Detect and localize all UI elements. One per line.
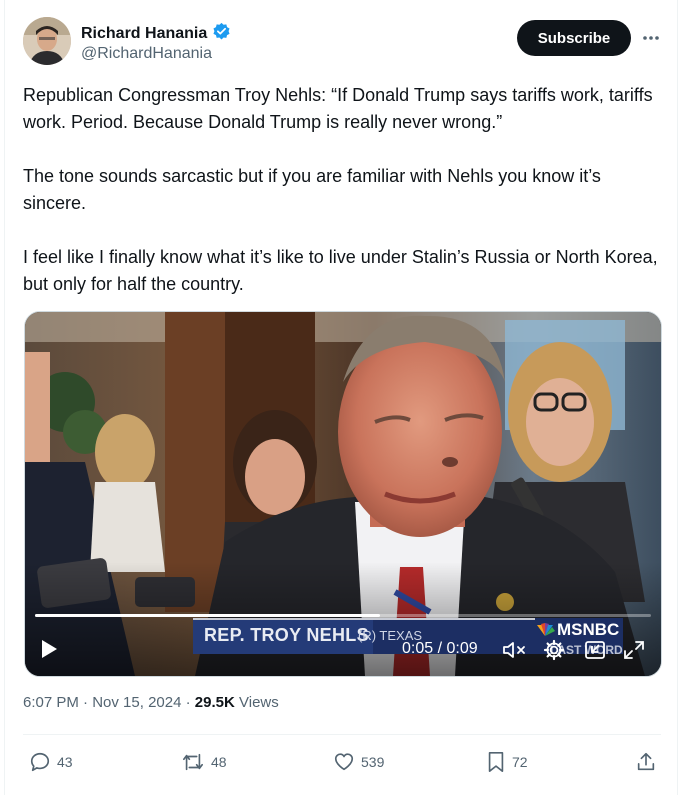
views-label: Views: [239, 694, 279, 711]
fullscreen-icon[interactable]: [623, 640, 645, 665]
verified-badge-icon: [212, 22, 231, 46]
time-display: 0:05 / 0:09: [402, 640, 478, 657]
tweet-text: Republican Congressman Troy Nehls: “If D…: [23, 82, 668, 325]
author-name[interactable]: Richard Hanania: [81, 25, 207, 43]
like-count: 539: [361, 754, 385, 770]
bookmark-count: 72: [512, 754, 528, 770]
bookmark-icon: [488, 752, 504, 772]
miniplayer-icon[interactable]: [584, 640, 606, 665]
tweet-date[interactable]: Nov 15, 2024: [92, 694, 181, 711]
views-count: 29.5K: [194, 694, 235, 711]
network-logo: MSNBC: [535, 620, 619, 640]
like-button[interactable]: 539: [333, 746, 384, 778]
network-name: MSNBC: [557, 620, 620, 639]
share-icon: [637, 752, 655, 771]
play-icon[interactable]: [39, 638, 59, 665]
reply-icon: [30, 752, 50, 772]
tweet-card: Richard Hanania @RichardHanania Subscrib…: [4, 0, 678, 795]
more-horizontal-icon[interactable]: [639, 26, 663, 50]
volume-muted-icon[interactable]: [502, 640, 528, 665]
action-bar: 43 48 539 72: [23, 746, 663, 778]
tweet-paragraph: I feel like I finally know what it’s lik…: [23, 247, 658, 294]
tweet-paragraph: The tone sounds sarcastic but if you are…: [23, 166, 601, 213]
author-name-row[interactable]: Richard Hanania: [81, 22, 231, 46]
author-handle[interactable]: @RichardHanania: [81, 45, 212, 63]
repost-icon: [183, 753, 203, 771]
reply-button[interactable]: 43: [29, 746, 73, 778]
progress-track[interactable]: [35, 614, 651, 617]
divider: [23, 734, 661, 735]
reply-count: 43: [57, 754, 73, 770]
avatar[interactable]: [23, 17, 71, 65]
heart-icon: [334, 753, 354, 771]
tweet-time[interactable]: 6:07 PM: [23, 694, 79, 711]
progress-fill: [35, 614, 380, 617]
tweet-paragraph: Republican Congressman Troy Nehls: “If D…: [23, 85, 653, 132]
settings-gear-icon[interactable]: [543, 639, 565, 666]
bookmark-button[interactable]: 72: [486, 746, 528, 778]
share-button[interactable]: [635, 746, 657, 778]
repost-count: 48: [211, 754, 227, 770]
meta-separator: ·: [185, 694, 195, 711]
tweet-meta: 6:07 PM · Nov 15, 2024 · 29.5K Views: [23, 694, 279, 711]
chyron-name: REP. TROY NEHLS: [204, 625, 369, 645]
meta-separator: ·: [83, 694, 93, 711]
peacock-icon: [537, 623, 555, 636]
subscribe-button[interactable]: Subscribe: [517, 20, 631, 56]
repost-button[interactable]: 48: [181, 746, 227, 778]
video-player[interactable]: REP. TROY NEHLS (R) TEXAS MSNBC LAST WOR…: [24, 311, 662, 677]
